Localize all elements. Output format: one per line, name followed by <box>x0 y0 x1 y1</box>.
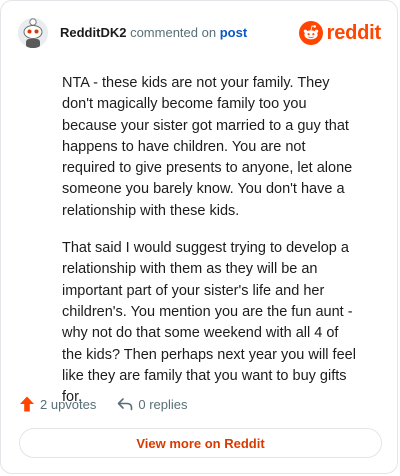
username-link[interactable]: RedditDK2 <box>60 25 126 40</box>
view-more-button[interactable]: View more on Reddit <box>19 428 382 458</box>
reply-count: 0 replies <box>138 396 188 412</box>
reply-button[interactable]: 0 replies <box>116 395 188 413</box>
upvote-arrow-icon <box>20 396 34 412</box>
reddit-logo[interactable]: reddit <box>298 21 382 45</box>
commented-on-text: commented on <box>130 25 217 40</box>
comment-actions: 2 upvotes 0 replies <box>18 395 188 413</box>
comment-byline: RedditDK2 commented on post <box>60 25 247 41</box>
comment-paragraph: That said I would suggest trying to deve… <box>62 240 356 406</box>
comment-header: RedditDK2 commented on post reddit <box>18 17 381 49</box>
reddit-alien-icon <box>298 21 323 45</box>
upvote-count: 2 upvotes <box>40 396 97 412</box>
comment-paragraph: NTA - these kids are not your family. Th… <box>62 75 353 219</box>
upvote-button[interactable]: 2 upvotes <box>18 395 96 413</box>
reply-arrow-icon <box>118 398 133 411</box>
user-avatar[interactable] <box>18 18 48 48</box>
reddit-wordmark: reddit <box>326 21 382 44</box>
comment-body: NTA - these kids are not your family. Th… <box>62 73 362 424</box>
snoo-avatar-icon <box>18 18 48 48</box>
post-link[interactable]: post <box>220 25 247 40</box>
comment-embed-card: RedditDK2 commented on post reddit NTA -… <box>0 0 398 474</box>
